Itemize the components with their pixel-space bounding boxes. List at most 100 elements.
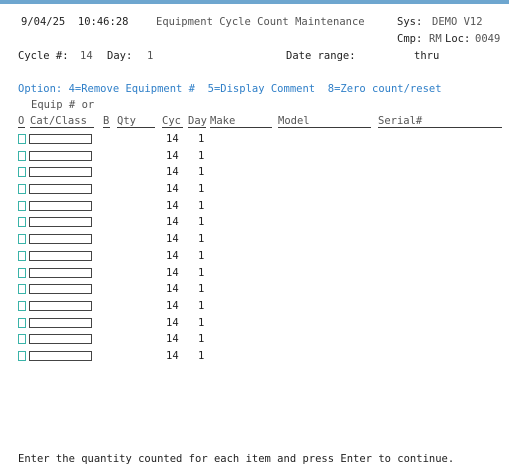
cmp-value: RM	[429, 33, 442, 45]
option-input[interactable]	[18, 350, 26, 361]
equip-cat-class-input[interactable]	[29, 284, 92, 295]
row-day: 1	[198, 199, 205, 212]
date-range-label: Date range:	[286, 50, 356, 62]
row-cyc: 14	[166, 283, 179, 296]
col-make: Make	[210, 115, 236, 127]
row-cyc: 14	[166, 333, 179, 346]
option-input[interactable]	[18, 284, 26, 295]
header-underline	[117, 127, 155, 128]
thru-label: thru	[414, 50, 440, 62]
cycle-value: 14	[80, 50, 93, 62]
row-cyc: 14	[166, 266, 179, 279]
equip-cat-class-input[interactable]	[29, 267, 92, 278]
day-label: Day:	[107, 50, 133, 62]
table-row: 14 1	[0, 232, 509, 249]
table-row: 14 1	[0, 149, 509, 166]
col-model: Model	[278, 115, 310, 127]
row-day: 1	[198, 316, 205, 329]
equip-cat-class-input[interactable]	[29, 250, 92, 261]
option-input[interactable]	[18, 250, 26, 261]
table-row: 14 1	[0, 299, 509, 316]
sys-value: DEMO V12	[432, 16, 483, 28]
header-underline	[210, 127, 272, 128]
row-cyc: 14	[166, 349, 179, 362]
row-cyc: 14	[166, 183, 179, 196]
table-row: 14 1	[0, 199, 509, 216]
equip-cat-class-input[interactable]	[29, 200, 92, 211]
table-row: 14 1	[0, 249, 509, 266]
row-day: 1	[198, 349, 205, 362]
row-day: 1	[198, 333, 205, 346]
row-day: 1	[198, 283, 205, 296]
row-day: 1	[198, 166, 205, 179]
equip-cat-class-input[interactable]	[29, 217, 92, 228]
equip-cat-class-input[interactable]	[29, 134, 92, 144]
equip-cat-class-input[interactable]	[29, 167, 92, 178]
option-input[interactable]	[18, 267, 26, 278]
table-row: 14 1	[0, 332, 509, 349]
header-underline	[18, 127, 25, 128]
equip-cat-class-input[interactable]	[29, 350, 92, 361]
row-cyc: 14	[166, 216, 179, 229]
option-input[interactable]	[18, 300, 26, 311]
option-input[interactable]	[18, 134, 26, 144]
row-day: 1	[198, 216, 205, 229]
row-cyc: 14	[166, 316, 179, 329]
row-cyc: 14	[166, 166, 179, 179]
row-day: 1	[198, 183, 205, 196]
datetime: 9/04/25 10:46:28	[21, 16, 129, 28]
row-cyc: 14	[166, 149, 179, 162]
option-input[interactable]	[18, 334, 26, 345]
top-accent-bar	[0, 0, 509, 4]
row-cyc: 14	[166, 249, 179, 262]
row-day: 1	[198, 299, 205, 312]
col-qty: Qty	[117, 115, 136, 127]
loc-value: 0049	[475, 33, 501, 45]
cycle-label: Cycle #:	[18, 50, 69, 62]
option-input[interactable]	[18, 150, 26, 161]
equip-cat-class-input[interactable]	[29, 300, 92, 311]
equip-cat-class-input[interactable]	[29, 317, 92, 328]
header-underline	[30, 127, 94, 128]
col-option: O	[18, 115, 25, 127]
table-row: 14 1	[0, 266, 509, 283]
options-legend: Option: 4=Remove Equipment # 5=Display C…	[18, 83, 442, 95]
row-day: 1	[198, 266, 205, 279]
sys-label: Sys:	[397, 16, 423, 28]
equip-cat-class-input[interactable]	[29, 234, 92, 245]
col-serial: Serial#	[378, 115, 423, 127]
option-input[interactable]	[18, 234, 26, 245]
loc-label: Loc:	[445, 33, 471, 45]
row-cyc: 14	[166, 133, 179, 145]
header-underline	[378, 127, 502, 128]
header-underline	[188, 127, 206, 128]
equip-cat-class-input[interactable]	[29, 150, 92, 161]
table-row: 14 1	[0, 316, 509, 333]
equip-cat-class-input[interactable]	[29, 334, 92, 345]
row-cyc: 14	[166, 299, 179, 312]
table-row: 14 1	[0, 165, 509, 182]
table-row: 14 1	[0, 132, 509, 149]
row-cyc: 14	[166, 199, 179, 212]
option-input[interactable]	[18, 200, 26, 211]
col-cat-class: Cat/Class	[30, 115, 87, 127]
col-cyc: Cyc	[162, 115, 181, 127]
equip-cat-class-input[interactable]	[29, 184, 92, 195]
row-day: 1	[198, 249, 205, 262]
col-day: Day	[188, 115, 207, 127]
option-input[interactable]	[18, 317, 26, 328]
header-underline	[278, 127, 371, 128]
row-day: 1	[198, 133, 205, 145]
equipment-rows: 14 1 14 1 14 1 14 1 14 1 14 1 14 1 14 1 14 1 14 1 14 1 14 1 14 1 1…	[0, 132, 509, 366]
header-underline	[162, 127, 183, 128]
row-cyc: 14	[166, 233, 179, 246]
table-row: 14 1	[0, 182, 509, 199]
footer-message: Enter the quantity counted for each item…	[18, 453, 455, 465]
col-b: B	[103, 115, 110, 127]
cmp-label: Cmp:	[397, 33, 423, 45]
option-input[interactable]	[18, 217, 26, 228]
screen-title: Equipment Cycle Count Maintenance	[156, 16, 365, 28]
option-input[interactable]	[18, 167, 26, 178]
table-row: 14 1	[0, 215, 509, 232]
option-input[interactable]	[18, 184, 26, 195]
